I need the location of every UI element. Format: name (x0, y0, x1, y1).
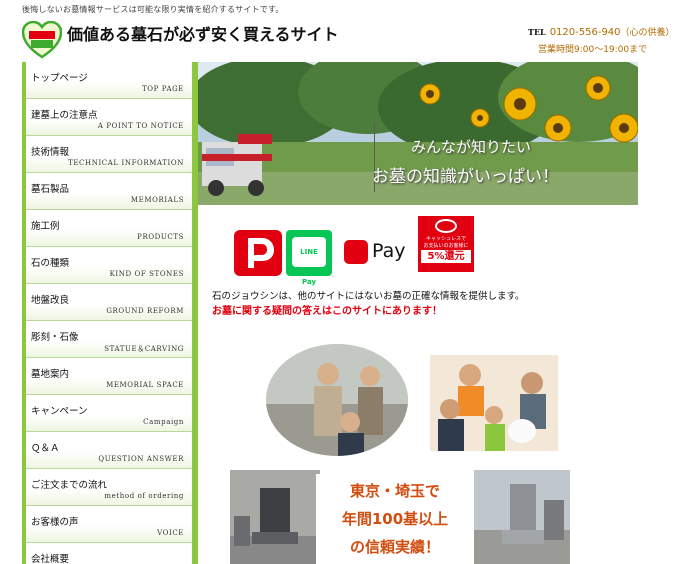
gravestone-image-right (474, 470, 570, 564)
nav-label: トップページ (31, 73, 88, 84)
cashless-badge: キャッシュレスで お支払いのお客様に 5%還元 (418, 216, 474, 272)
intro-highlight: お墓に関する疑問の答えはこのサイトにあります！ (212, 306, 442, 317)
nav-sublabel: A POINT TO NOTICE (97, 122, 184, 130)
gravestone-photo-left (230, 470, 320, 564)
nav-sublabel: STATUE＆CARVING (104, 345, 184, 353)
sidebar-item-company[interactable]: 会社概要 (26, 543, 192, 564)
family-photo-image (430, 355, 558, 451)
hero-banner: みんなが知りたい お墓の知識がいっぱい！ (198, 62, 638, 205)
nav-sublabel: Campaign (143, 418, 184, 426)
gravestone-photo-right (474, 470, 570, 564)
sidebar-item-space[interactable]: 墓地案内 MEMORIAL SPACE (26, 358, 192, 395)
nav-label: 会社概要 (31, 554, 70, 564)
line-pay-logo: LINE Pay (286, 230, 332, 286)
nav-label: 彫刻・石像 (31, 332, 79, 343)
sidebar-item-campaign[interactable]: キャンペーン Campaign (26, 395, 192, 432)
nav-sublabel: VOICE (157, 529, 184, 537)
nav-label: キャンペーン (31, 406, 88, 417)
record-line-2: 年間100基以上 (341, 510, 449, 528)
cashless-line-2: お支払いのお客様に (423, 243, 469, 249)
hero-caption: みんなが知りたい (411, 138, 532, 156)
nav-sublabel: QUESTION ANSWER (98, 455, 184, 463)
sidebar-item-ground[interactable]: 地盤改良 GROUND REFORM (26, 284, 192, 321)
sidebar-item-notice[interactable]: 建墓上の注意点 A POINT TO NOTICE (26, 99, 192, 136)
merpay-label: Pay (372, 240, 406, 262)
site-header: 後悔しないお墓情報サービスは可能な限り実情を紹介するサイトです。 価値ある墓石が… (0, 0, 680, 62)
tel-number: 0120-556-940 (549, 27, 621, 38)
nav-sublabel: MEMORIAL SPACE (106, 381, 184, 389)
staff-photo (266, 344, 408, 456)
nav-label: 建墓上の注意点 (31, 110, 98, 121)
tel-note: （心の供養） (620, 28, 675, 38)
family-photo (430, 355, 558, 451)
main-content: みんなが知りたい お墓の知識がいっぱい！ LINE Pay Pay キャッシュレ… (198, 62, 638, 564)
site-tagline: 後悔しないお墓情報サービスは可能な限り実情を紹介するサイトです。 (22, 5, 284, 14)
tel-label: TEL (528, 27, 546, 37)
site-logo[interactable] (22, 21, 62, 59)
record-line-3: の信頼実績！ (349, 538, 440, 556)
gravestone-image-left (230, 470, 320, 564)
nav-sublabel: KIND OF STONES (109, 270, 184, 278)
nav-label: 石の種類 (31, 258, 70, 269)
nav-label: Ｑ＆Ａ (31, 443, 60, 454)
sidebar-item-top[interactable]: トップページ TOP PAGE (26, 62, 192, 99)
cashless-rate: 5%還元 (421, 250, 471, 263)
business-hours: 営業時間9:00～19:00まで (538, 45, 648, 55)
sidebar-item-voice[interactable]: お客様の声 VOICE (26, 506, 192, 543)
nav-label: 施工例 (31, 221, 60, 232)
right-gutter (638, 62, 680, 564)
cashless-badge-icon (435, 219, 457, 233)
paypay-logo (234, 230, 282, 276)
nav-sublabel: method of ordering (104, 492, 184, 500)
paypay-icon (248, 238, 274, 268)
nav-label: 墓地案内 (31, 369, 70, 380)
nav-label: お客様の声 (31, 517, 79, 528)
sidebar-item-products[interactable]: 施工例 PRODUCTS (26, 210, 192, 247)
hero-caption-main: お墓の知識がいっぱい！ (372, 167, 559, 187)
record-line-1: 東京・埼玉で (349, 482, 440, 500)
cashless-line-1: キャッシュレスで (426, 236, 466, 242)
sidebar-item-ordering[interactable]: ご注文までの流れ method of ordering (26, 469, 192, 506)
nav-sublabel: PRODUCTS (137, 233, 184, 241)
intro-text: 石のジョウシンは、他のサイトにはないお墓の正確な情報を提供します。 (212, 291, 525, 302)
nav-label: 技術情報 (31, 147, 70, 158)
staff-photo-group (266, 344, 408, 456)
sidebar-nav: トップページ TOP PAGE 建墓上の注意点 A POINT TO NOTICE … (22, 62, 198, 564)
nav-sublabel: TECHNICAL INFORMATION (68, 159, 184, 167)
sidebar-item-qa[interactable]: Ｑ＆Ａ QUESTION ANSWER (26, 432, 192, 469)
sidebar-item-technical[interactable]: 技術情報 TECHNICAL INFORMATION (26, 136, 192, 173)
nav-label: 地盤改良 (31, 295, 70, 306)
sidebar-item-carving[interactable]: 彫刻・石像 STATUE＆CARVING (26, 321, 192, 358)
sidebar-item-memorials[interactable]: 墓石製品 MEMORIALS (26, 173, 192, 210)
line-pay-label: LINE Pay (292, 237, 326, 286)
sidebar-item-stones[interactable]: 石の種類 KIND OF STONES (26, 247, 192, 284)
nav-sublabel: TOP PAGE (142, 85, 184, 93)
merpay-icon (344, 240, 368, 264)
record-banner: 東京・埼玉で 年間100基以上 の信頼実績！ (316, 474, 474, 564)
site-title: 価値ある墓石が必ず安く買えるサイト (67, 25, 339, 44)
tel-info[interactable]: TEL 0120-556-940（心の供養） (528, 25, 675, 38)
nav-sublabel: MEMORIALS (130, 196, 184, 204)
payment-logos: LINE Pay Pay キャッシュレスで お支払いのお客様に 5%還元 (234, 216, 484, 286)
nav-label: ご注文までの流れ (31, 480, 108, 491)
nav-sublabel: GROUND REFORM (106, 307, 184, 315)
nav-label: 墓石製品 (31, 184, 70, 195)
